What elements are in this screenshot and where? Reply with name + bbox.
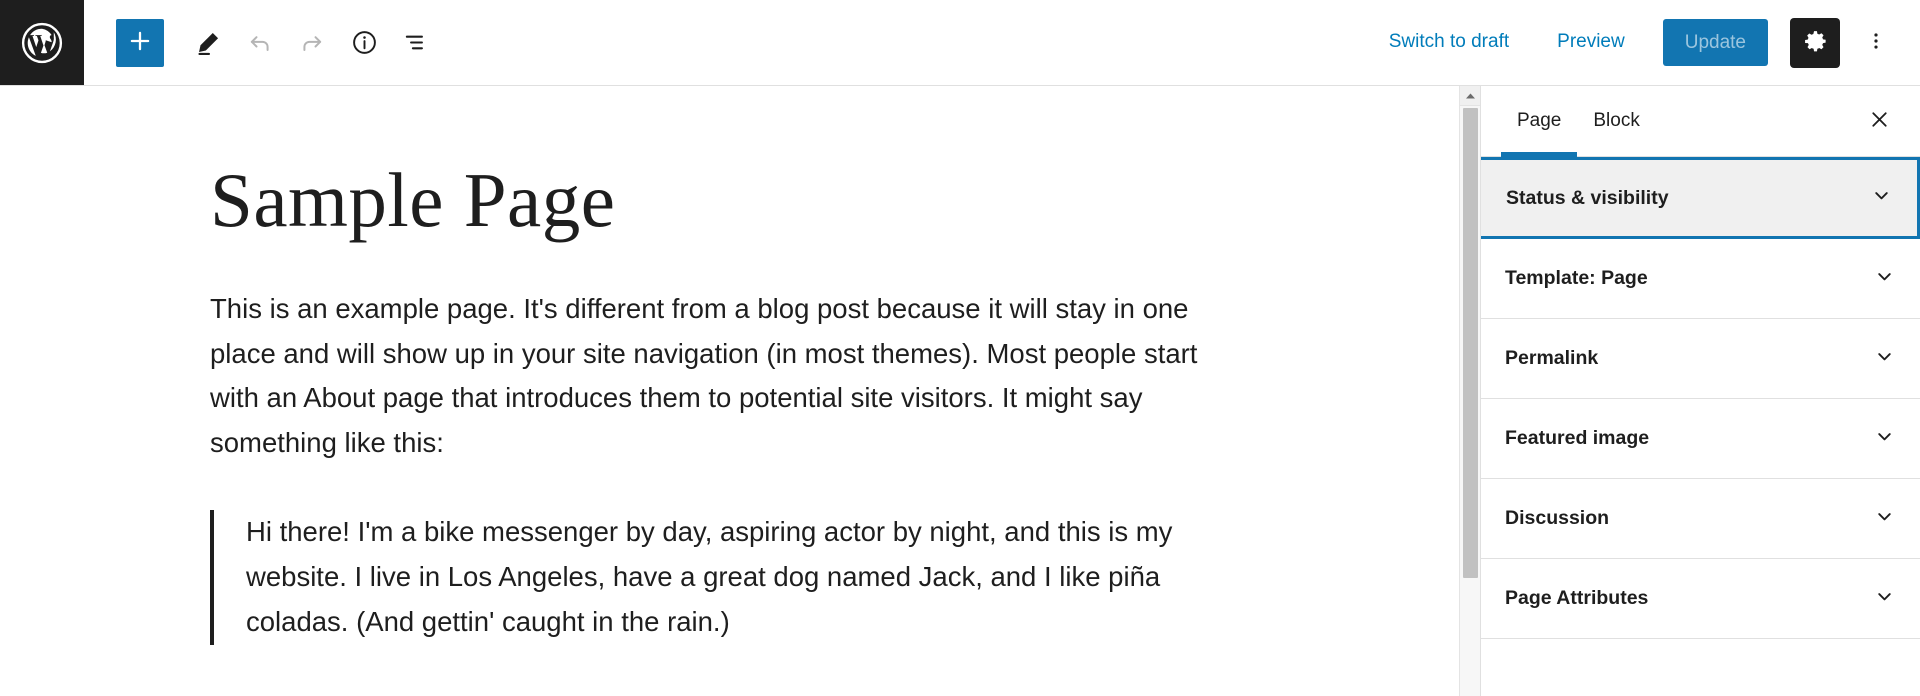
chevron-down-icon [1873, 505, 1896, 533]
close-sidebar-button[interactable] [1856, 98, 1902, 144]
edit-mode-button[interactable] [184, 19, 232, 67]
three-dots-vertical-icon [1865, 28, 1887, 57]
header-left-toolbar [84, 0, 440, 85]
panel-template[interactable]: Template: Page [1481, 239, 1920, 319]
header-right-toolbar: Switch to draft Preview Update [1373, 0, 1920, 85]
sidebar-tab-list: Page Block [1481, 86, 1920, 157]
wordpress-logo-button[interactable] [0, 0, 84, 85]
chevron-down-icon [1873, 265, 1896, 293]
settings-button[interactable] [1790, 17, 1840, 68]
preview-button[interactable]: Preview [1541, 22, 1641, 63]
chevron-down-icon [1870, 184, 1893, 212]
add-block-button[interactable] [116, 18, 164, 67]
tab-page[interactable]: Page [1501, 86, 1578, 157]
chevron-down-icon [1873, 345, 1896, 373]
panel-discussion[interactable]: Discussion [1481, 479, 1920, 559]
switch-to-draft-button[interactable]: Switch to draft [1373, 22, 1525, 63]
post-title[interactable]: Sample Page [210, 160, 1300, 241]
undo-arrow-icon [246, 29, 274, 57]
list-view-icon [402, 28, 431, 57]
editor-canvas[interactable]: Sample Page This is an example page. It'… [0, 86, 1480, 696]
editor-body: Sample Page This is an example page. It'… [0, 86, 1920, 696]
chevron-down-icon [1873, 585, 1896, 613]
chevron-down-icon [1873, 425, 1896, 453]
panel-label: Featured image [1505, 427, 1650, 449]
settings-sidebar: Page Block Status & visibility Template:… [1480, 86, 1920, 696]
editor-scrollbar[interactable] [1459, 86, 1480, 696]
panel-featured-image[interactable]: Featured image [1481, 399, 1920, 479]
update-button[interactable]: Update [1662, 19, 1768, 66]
redo-button[interactable] [288, 19, 336, 67]
redo-arrow-icon [298, 29, 326, 57]
panel-label: Template: Page [1505, 267, 1648, 289]
list-view-button[interactable] [392, 19, 440, 67]
panel-status-and-visibility[interactable]: Status & visibility [1481, 157, 1920, 239]
plus-icon [127, 28, 153, 57]
panel-label: Page Attributes [1505, 587, 1649, 609]
panel-label: Status & visibility [1506, 186, 1669, 209]
editor-header: Switch to draft Preview Update [0, 0, 1920, 86]
editor-content: Sample Page This is an example page. It'… [0, 86, 1300, 645]
panel-page-attributes[interactable]: Page Attributes [1481, 559, 1920, 639]
post-paragraph-block[interactable]: This is an example page. It's different … [210, 287, 1250, 466]
pencil-icon [195, 29, 222, 56]
post-quote-block[interactable]: Hi there! I'm a bike messenger by day, a… [210, 510, 1250, 645]
wordpress-block-editor: Switch to draft Preview Update Sample Pa… [0, 0, 1920, 696]
header-spacer [440, 0, 1373, 85]
wordpress-logo-icon [20, 21, 64, 65]
panel-label: Discussion [1505, 507, 1610, 529]
close-x-icon [1868, 108, 1891, 134]
details-button[interactable] [340, 19, 388, 67]
gear-icon [1803, 29, 1828, 57]
tab-block[interactable]: Block [1577, 86, 1655, 156]
triangle-up-icon [1465, 87, 1476, 105]
quote-text: Hi there! I'm a bike messenger by day, a… [246, 516, 1173, 637]
more-options-button[interactable] [1854, 19, 1898, 67]
panel-permalink[interactable]: Permalink [1481, 319, 1920, 399]
panel-label: Permalink [1505, 347, 1599, 369]
info-circle-icon [350, 28, 379, 57]
scroll-up-button[interactable] [1459, 86, 1480, 106]
undo-button[interactable] [236, 19, 284, 67]
scrollbar-thumb[interactable] [1462, 108, 1478, 578]
sidebar-panel-list: Status & visibility Template: Page Perma… [1481, 157, 1920, 696]
